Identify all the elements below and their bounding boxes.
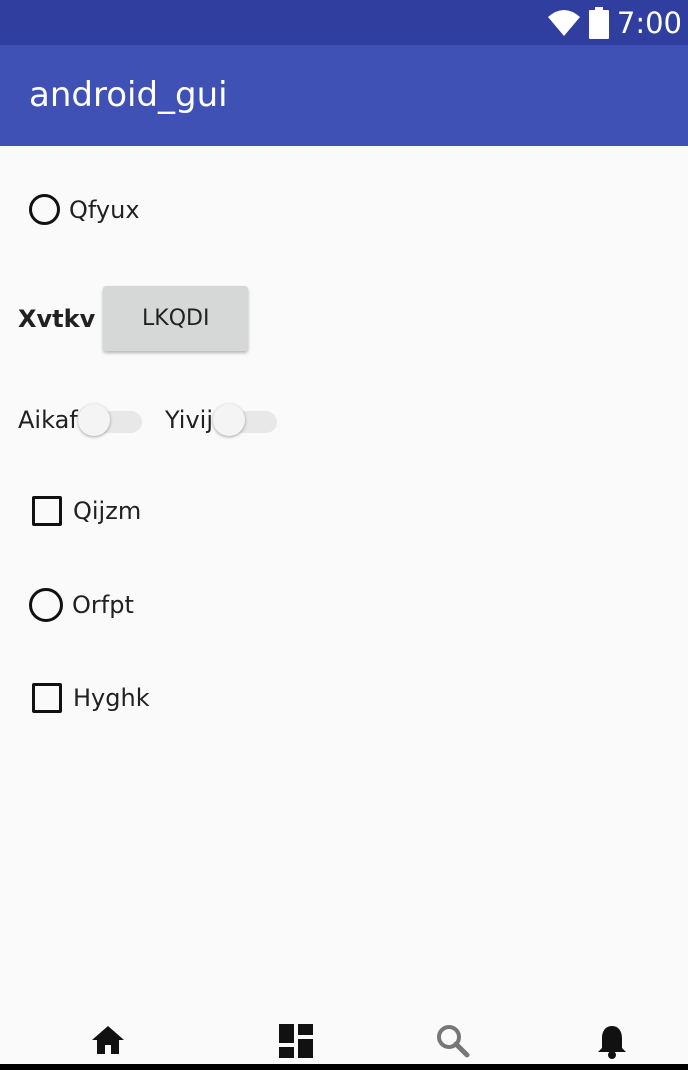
switch-label: Aikaf — [18, 406, 78, 434]
radio-label: Qfyux — [69, 195, 140, 224]
button-row-label: Xvtkv — [18, 304, 96, 333]
radio-qfyux[interactable]: Qfyux — [29, 194, 140, 225]
lkqdi-button[interactable]: LKQDI — [103, 286, 249, 351]
dashboard-icon — [279, 1024, 313, 1058]
checkbox-icon[interactable] — [32, 683, 62, 713]
app-bar: android_gui — [0, 45, 688, 146]
search-icon — [437, 1025, 470, 1058]
app-title: android_gui — [29, 75, 228, 115]
toggle-switch[interactable] — [77, 402, 142, 438]
radio-button-icon[interactable] — [29, 194, 60, 225]
radio-label: Orfpt — [72, 591, 134, 619]
switch-yivij[interactable]: Yivij — [165, 402, 278, 438]
checkbox-label: Qijzm — [73, 497, 142, 525]
nav-home[interactable] — [86, 1024, 130, 1064]
content-area: Qfyux Xvtkv LKQDI Aikaf Yivij Qijzm Orfp… — [0, 146, 688, 1016]
checkbox-label: Hyghk — [73, 684, 150, 712]
checkbox-qijzm[interactable]: Qijzm — [32, 496, 141, 526]
checkbox-hyghk[interactable]: Hyghk — [32, 683, 150, 713]
checkbox-icon[interactable] — [32, 496, 62, 526]
switch-thumb[interactable] — [77, 404, 110, 436]
radio-orfpt[interactable]: Orfpt — [29, 588, 134, 622]
bottom-navigation — [0, 1016, 688, 1070]
nav-search[interactable] — [431, 1024, 475, 1064]
nav-dashboard[interactable] — [274, 1024, 318, 1064]
nav-notifications[interactable] — [590, 1024, 634, 1064]
switch-label: Yivij — [165, 406, 214, 434]
toggle-switch[interactable] — [213, 402, 278, 438]
bottom-divider — [0, 1064, 688, 1070]
radio-button-icon[interactable] — [29, 588, 63, 622]
switch-thumb[interactable] — [213, 404, 246, 436]
wifi-icon — [547, 9, 580, 36]
status-time: 7:00 — [616, 5, 682, 40]
status-bar: 7:00 — [0, 0, 688, 45]
battery-icon — [588, 6, 609, 39]
home-icon — [92, 1026, 124, 1054]
switch-aikaf[interactable]: Aikaf — [18, 402, 142, 438]
status-icons: 7:00 — [547, 0, 682, 45]
notifications-icon — [598, 1026, 626, 1059]
button-row: Xvtkv LKQDI — [18, 286, 249, 351]
